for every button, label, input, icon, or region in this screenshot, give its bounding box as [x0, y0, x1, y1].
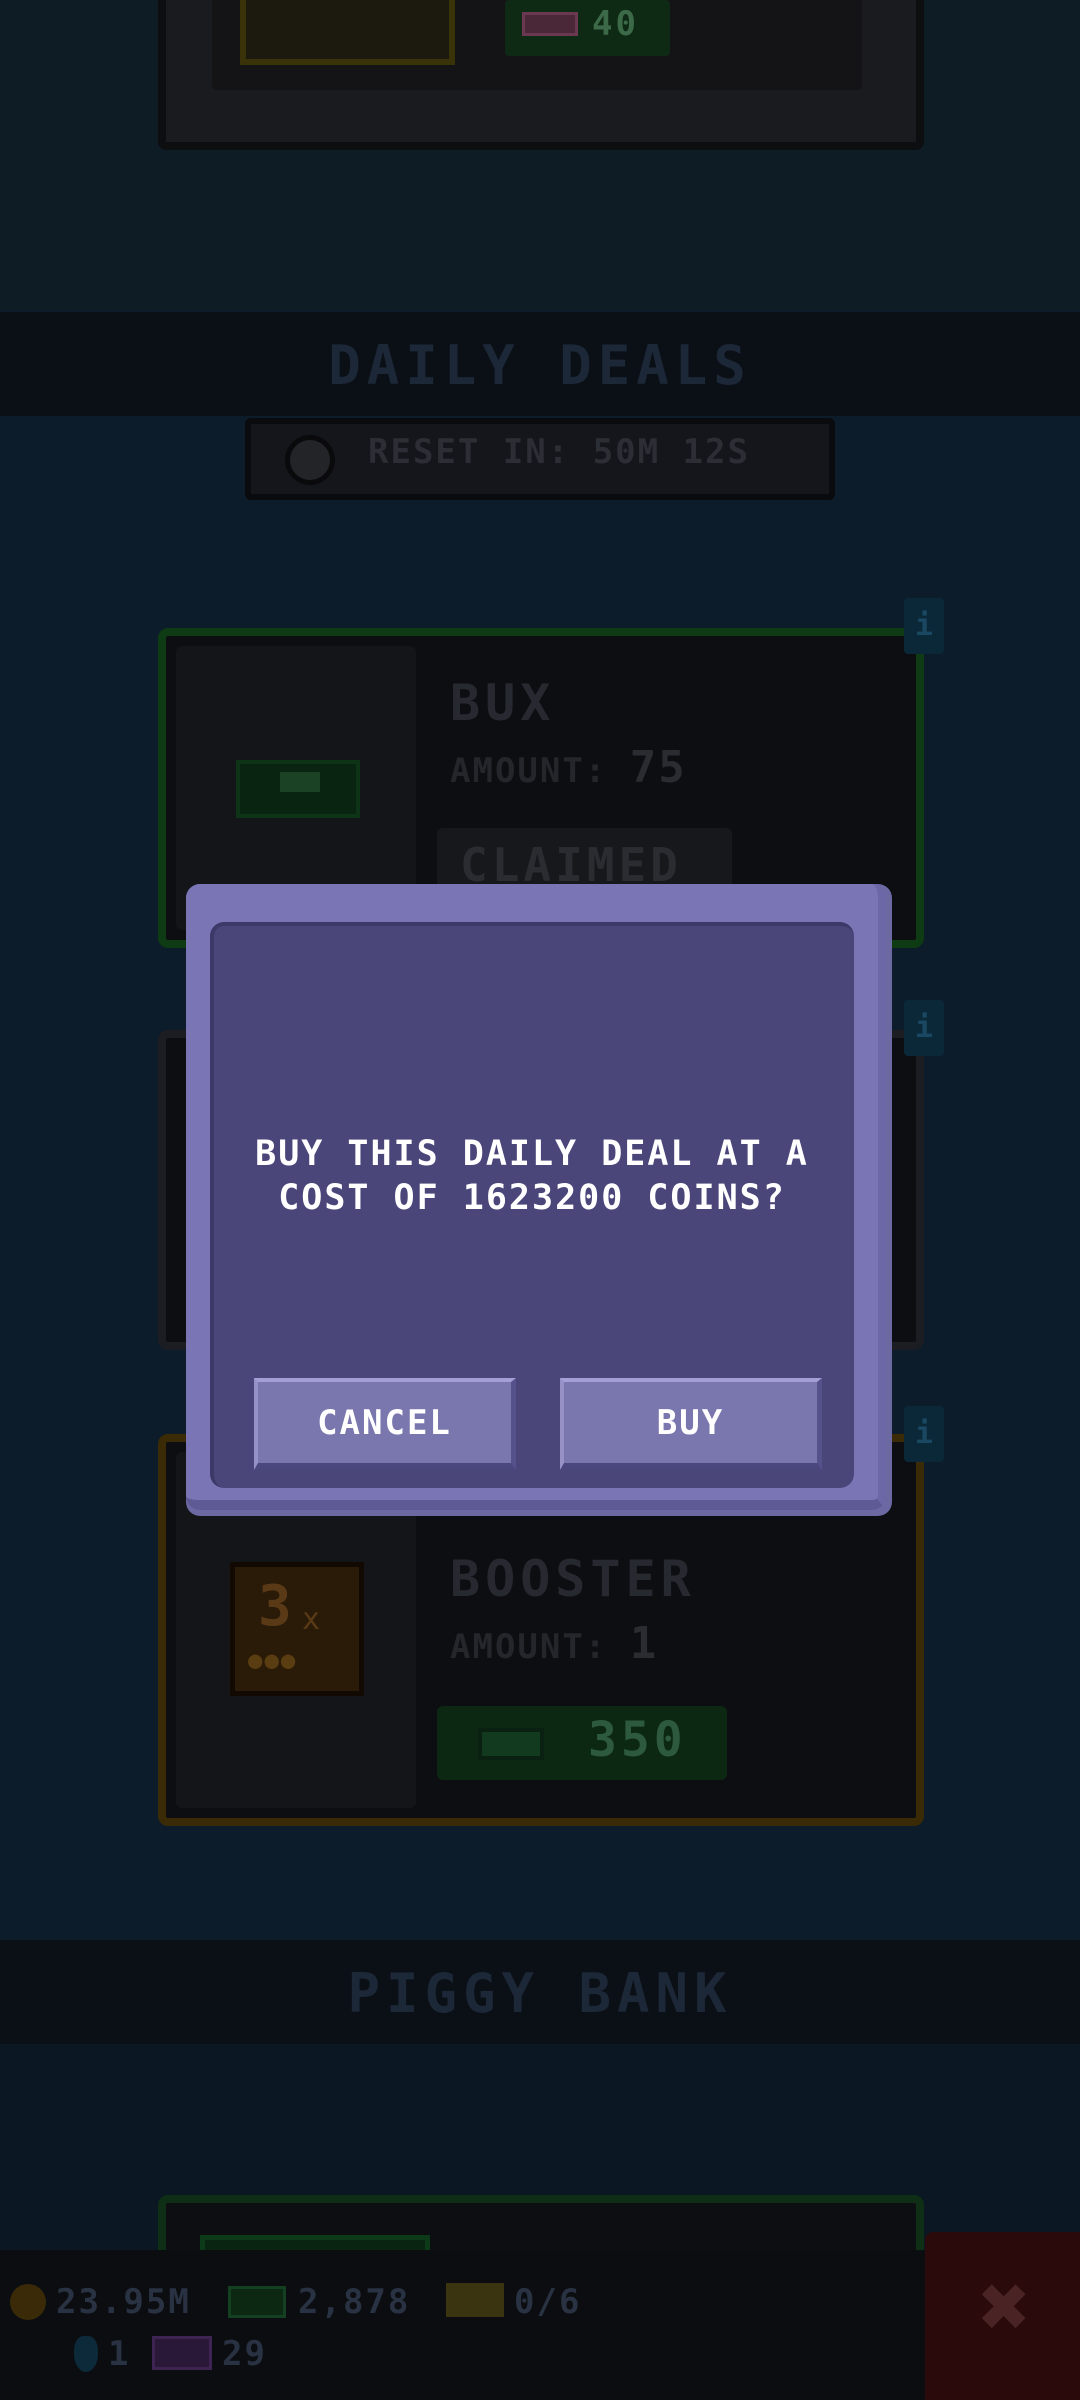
deal-amount-label: AMOUNT: [450, 1627, 608, 1667]
previous-offer-image [240, 0, 455, 65]
booster-multiplier-x: x [302, 1602, 321, 1637]
deal-amount-value: 1 [629, 1618, 659, 1669]
tv-icon [152, 2336, 212, 2370]
previous-offer-price: 40 [592, 4, 639, 44]
dialog-message-line-1: BUY THIS DAILY DEAL AT A [255, 1134, 809, 1174]
info-button[interactable]: i [904, 1406, 944, 1462]
deal-name: BUX [450, 674, 556, 732]
bux-value: 2,878 [298, 2282, 411, 2322]
coins-value: 23.95M [56, 2282, 191, 2322]
booster-coins-icon: ●●● [248, 1646, 298, 1674]
deal-amount-row: AMOUNT: 1 [450, 1618, 658, 1669]
gems-value: 1 [108, 2334, 131, 2374]
deal-amount-row: AMOUNT: 75 [450, 742, 687, 793]
booster-price: 350 [588, 1712, 687, 1768]
close-icon: ✖ [979, 2257, 1031, 2357]
info-button[interactable]: i [904, 1000, 944, 1056]
cancel-button[interactable]: CANCEL [254, 1378, 516, 1470]
ticket-icon [446, 2283, 504, 2317]
buy-button[interactable]: BUY [560, 1378, 822, 1470]
ticket-icon [522, 12, 578, 36]
booster-icon [230, 1562, 364, 1696]
deal-amount-value: 75 [629, 742, 687, 793]
clock-icon [285, 435, 335, 485]
currency-hud [0, 2250, 925, 2400]
deal-name: BOOSTER [450, 1550, 696, 1608]
bux-icon [478, 1728, 544, 1760]
bux-icon [228, 2286, 286, 2318]
tv-value: 29 [222, 2334, 267, 2374]
daily-deals-title: DAILY DEALS [328, 334, 752, 397]
dialog-message: BUY THIS DAILY DEAL AT A COST OF 1623200… [210, 1132, 854, 1220]
coin-icon [10, 2284, 46, 2320]
tickets-value: 0/6 [514, 2282, 582, 2322]
piggy-bank-title: PIGGY BANK [347, 1962, 733, 2025]
bux-glyph [280, 772, 320, 792]
reset-timer-text: RESET IN: 50M 12S [368, 432, 750, 472]
gem-icon [74, 2336, 98, 2372]
dialog-message-line-2: COST OF 1623200 COINS? [278, 1178, 786, 1218]
booster-multiplier: 3 [258, 1574, 292, 1639]
deal-amount-label: AMOUNT: [450, 751, 608, 791]
info-button[interactable]: i [904, 598, 944, 654]
